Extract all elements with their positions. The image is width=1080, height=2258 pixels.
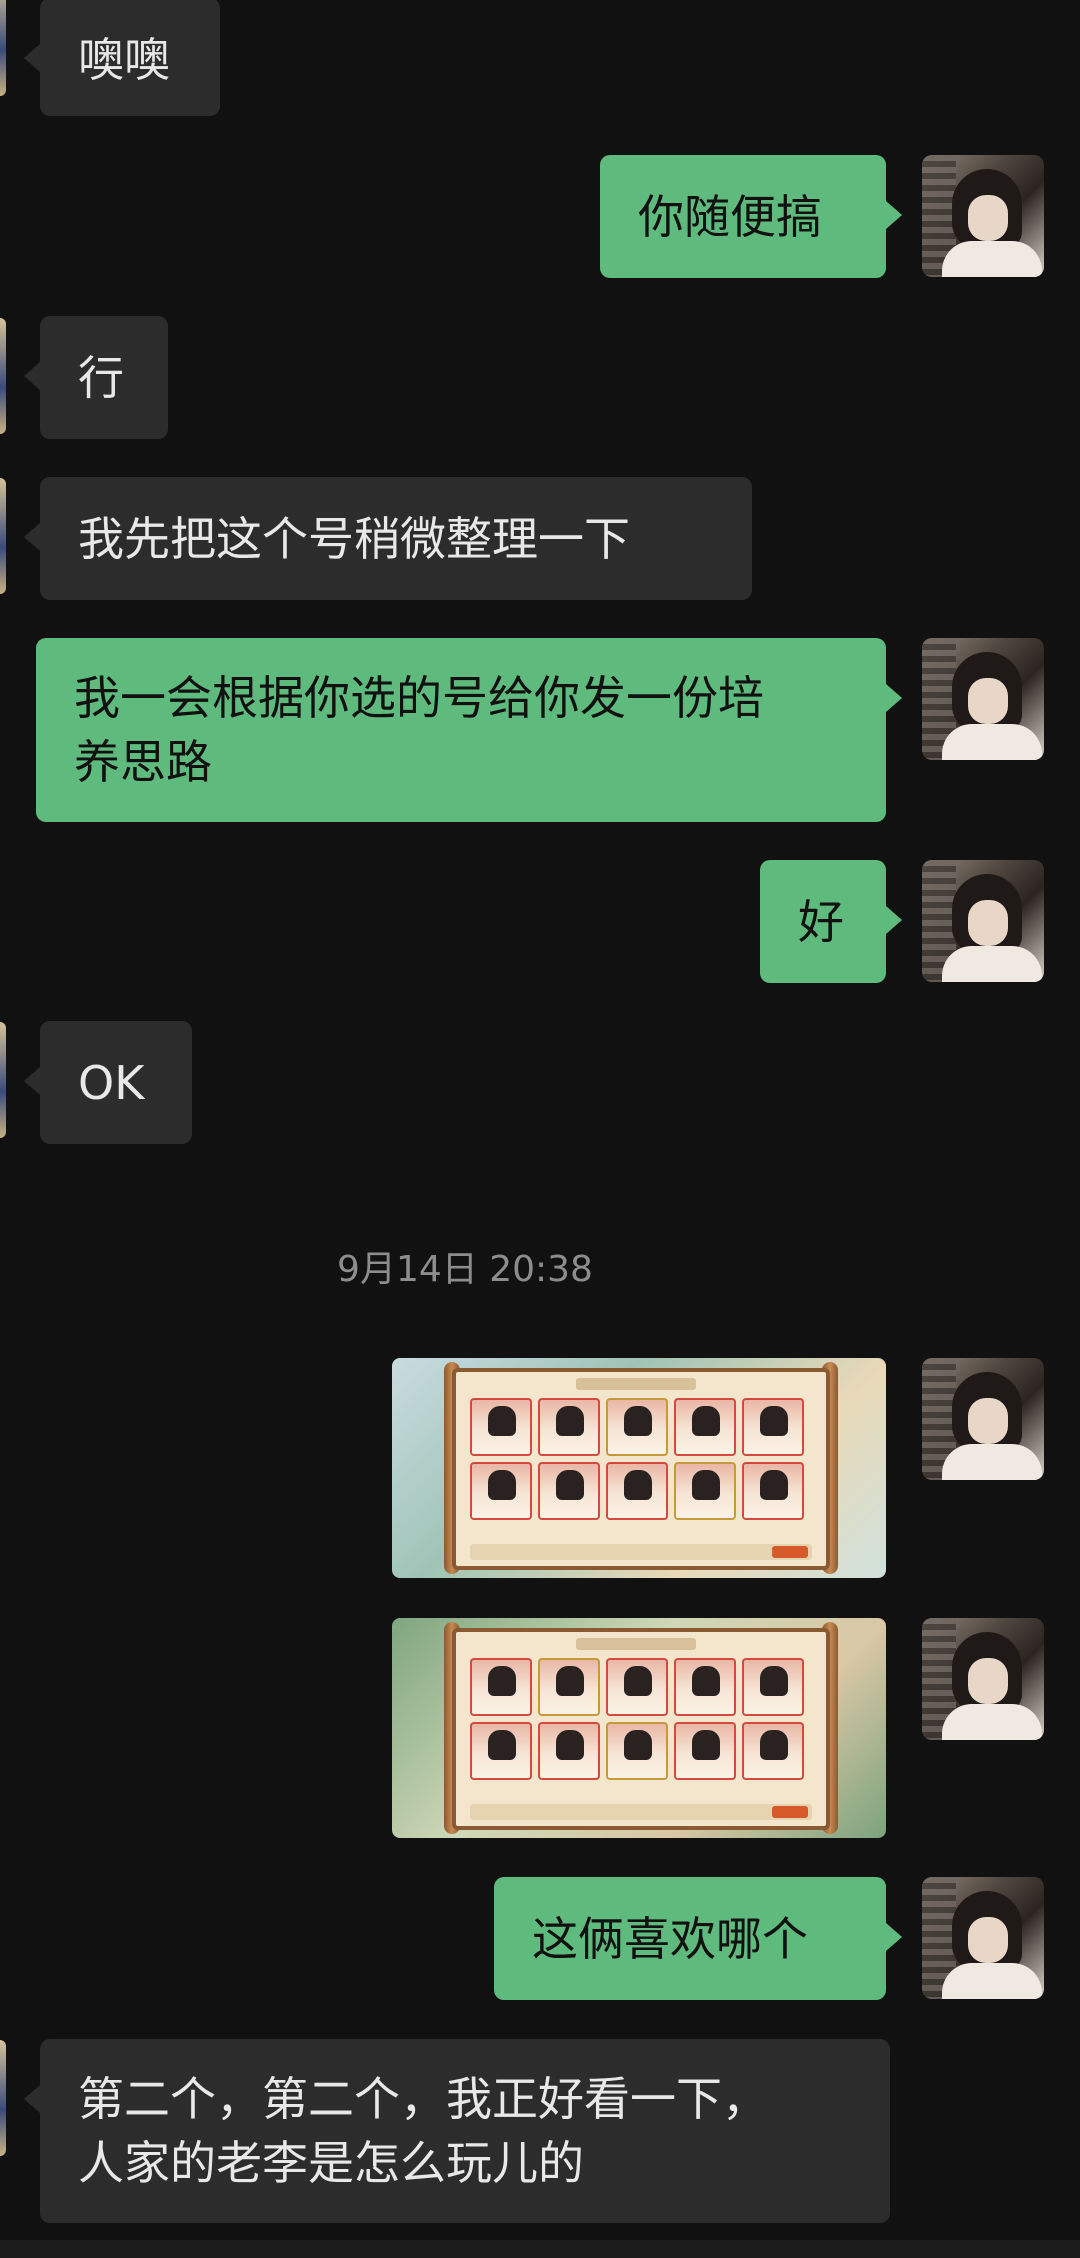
message-bubble-outgoing[interactable]: 我一会根据你选的号给你发一份培 养思路: [36, 638, 902, 822]
image-message-thumbnail[interactable]: [392, 1618, 886, 1838]
avatar-left[interactable]: [0, 318, 6, 434]
avatar-right[interactable]: [922, 1358, 1044, 1480]
bottom-edge: [0, 2240, 1080, 2258]
message-bubble-outgoing[interactable]: 这俩喜欢哪个: [494, 1877, 902, 2000]
avatar-right[interactable]: [922, 155, 1044, 277]
avatar-left[interactable]: [0, 1022, 6, 1138]
avatar-left[interactable]: [0, 0, 6, 96]
avatar-right[interactable]: [922, 1618, 1044, 1740]
message-bubble-incoming[interactable]: 第二个，第二个，我正好看一下， 人家的老李是怎么玩儿的: [24, 2039, 890, 2223]
message-bubble-incoming[interactable]: OK: [24, 1021, 192, 1144]
message-bubble-outgoing[interactable]: 好: [760, 860, 902, 983]
avatar-right[interactable]: [922, 638, 1044, 760]
message-bubble-outgoing[interactable]: 你随便搞: [600, 155, 902, 278]
avatar-left[interactable]: [0, 478, 6, 594]
message-bubble-incoming[interactable]: 我先把这个号稍微整理一下: [24, 477, 752, 600]
message-bubble-incoming[interactable]: 行: [24, 316, 168, 439]
message-timestamp: 9月14日 20:38: [337, 1249, 593, 1290]
message-bubble-incoming[interactable]: 噢噢: [24, 0, 220, 116]
image-message-thumbnail[interactable]: [392, 1358, 886, 1578]
avatar-left[interactable]: [0, 2040, 6, 2156]
avatar-right[interactable]: [922, 1877, 1044, 1999]
avatar-right[interactable]: [922, 860, 1044, 982]
